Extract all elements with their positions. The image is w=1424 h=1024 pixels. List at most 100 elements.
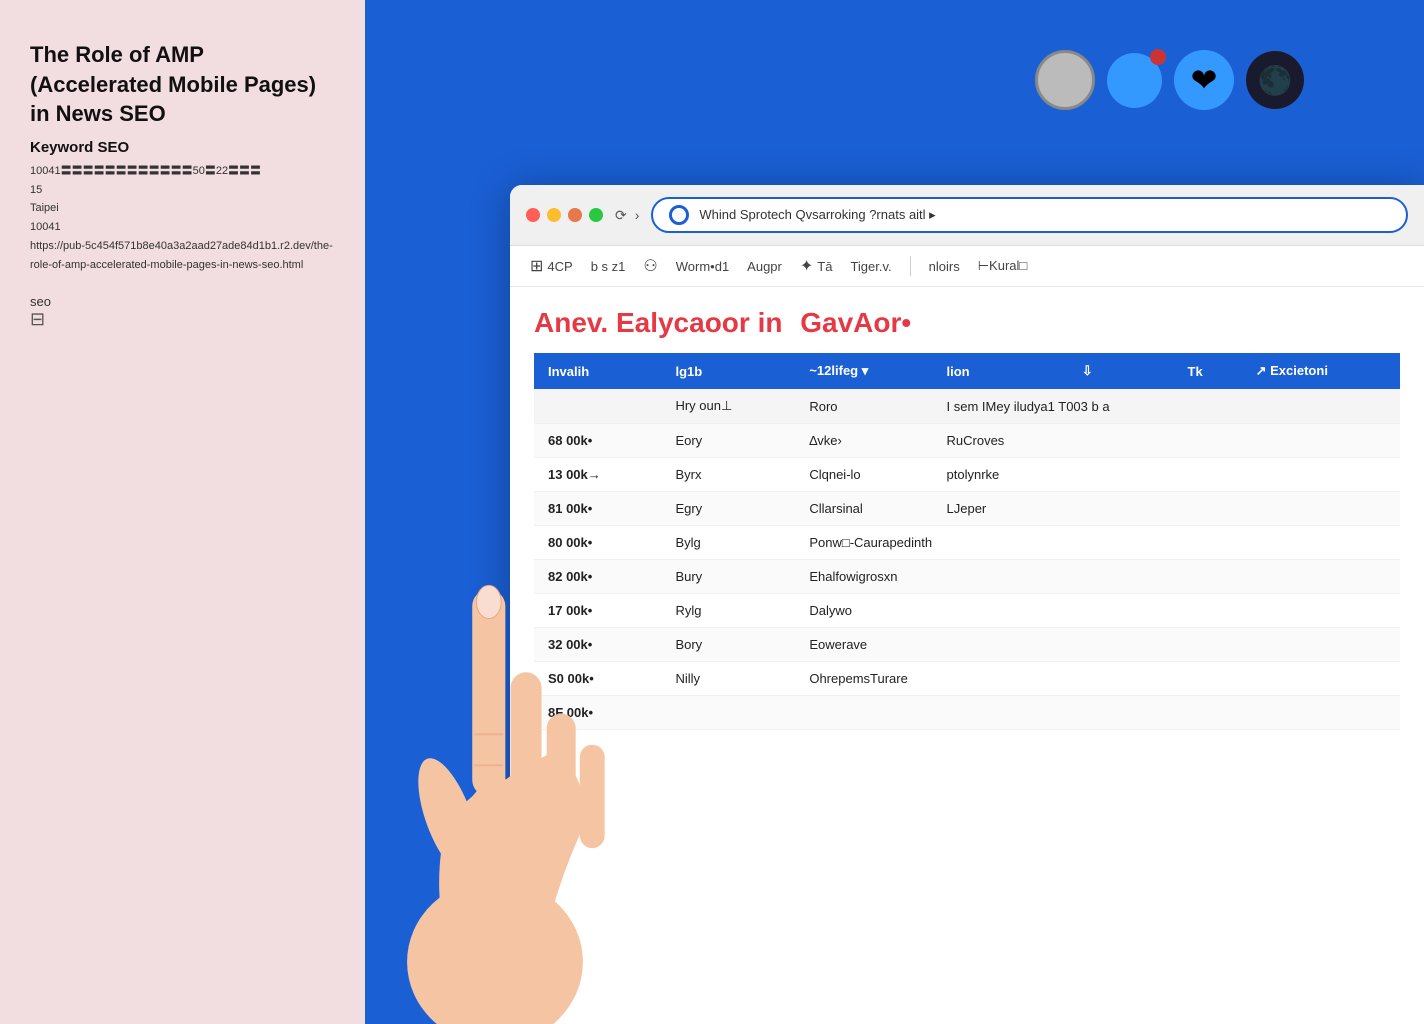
toolbar-item-1[interactable]: b s z1 [591, 259, 626, 274]
subh-hry: Hry oun⊥ [661, 389, 795, 424]
minimize-button[interactable] [547, 208, 561, 222]
th-12lifeg: ~12lifeg ▾ [795, 353, 932, 389]
page-title: Anev. Ealycaoor in GavAor• [534, 307, 1400, 339]
col3-5: Dalywo [795, 594, 1068, 628]
col4-1: ptolynrke [933, 458, 1068, 492]
address-text: Whind Sprotech Qvsarroking ?rnats aitl ▸ [699, 207, 935, 223]
toolbar-item-augpr[interactable]: Augpr [747, 259, 782, 274]
table-row: 8F 00k• [534, 696, 1400, 730]
subh-roro: Roro [795, 389, 932, 424]
toolbar-label-0: 4CP [547, 259, 572, 274]
col6-0 [1129, 424, 1173, 458]
col3-0: ∆vke› [795, 424, 932, 458]
toolbar-label-worn: Worm•d1 [676, 259, 729, 274]
col2-8 [661, 696, 795, 730]
col3-2: Cllarsinal [795, 492, 932, 526]
col4-2: LJeper [933, 492, 1068, 526]
browser-window: ⟳ › Whind Sprotech Qvsarroking ?rnats ai… [510, 185, 1424, 1024]
toolbar-label-augpr: Augpr [747, 259, 782, 274]
subh-0 [534, 389, 661, 424]
th-lgtb: lg1b [661, 353, 795, 389]
col2-7: Nilly [661, 662, 795, 696]
deco-circle-2 [1107, 53, 1162, 108]
toolbar-item-2[interactable]: ⚇ [643, 256, 657, 276]
vol-7: S0 00k• [534, 662, 661, 696]
col2-1: Byrx [661, 458, 795, 492]
col3-4: Ehalfowigrosxn [795, 560, 1068, 594]
toolbar-icon-ta: ✦ [800, 256, 813, 276]
keyword-label: Keyword SEO [30, 139, 335, 156]
vol-0: 68 00k• [534, 424, 661, 458]
table-row: S0 00k• Nilly OhrepemsTurare [534, 662, 1400, 696]
forward-icon[interactable]: › [635, 207, 640, 223]
toolbar-label-tiger: Tiger.v. [850, 259, 891, 274]
col2-2: Egry [661, 492, 795, 526]
th-excietoni: ↗ Excietoni [1242, 353, 1400, 389]
browser-chrome: ⟳ › Whind Sprotech Qvsarroking ?rnats ai… [510, 185, 1424, 246]
th-sort[interactable]: ⇩ [1068, 353, 1129, 389]
th-tk: Tk [1174, 353, 1242, 389]
left-panel: The Role of AMP (Accelerated Mobile Page… [0, 0, 365, 1024]
top-circles: ❤ 🌑 [1035, 50, 1304, 110]
vol-3: 80 00k• [534, 526, 661, 560]
nav-buttons: ⟳ › [615, 207, 639, 224]
col2-0: Eory [661, 424, 795, 458]
th-lion: lion [933, 353, 1068, 389]
browser-toolbar: ⊞ 4CP b s z1 ⚇ Worm•d1 Augpr ✦ Tā Tiger.… [510, 246, 1424, 287]
zoom-button[interactable] [568, 208, 582, 222]
right-panel: ❤ 🌑 ⟳ › Whind Sprotech Qvsarroking ?rnat… [365, 0, 1424, 1024]
col5-7 [1068, 662, 1400, 696]
col2-5: Rylg [661, 594, 795, 628]
toolbar-item-0[interactable]: ⊞ 4CP [530, 256, 573, 276]
meta-line-1: 10041〓〓〓〓〓〓〓〓〓〓〓〓50〓22〓〓〓 [30, 162, 335, 181]
meta-line-3: Taipei [30, 199, 335, 218]
col2-6: Bory [661, 628, 795, 662]
toolbar-label-ta: Tā [817, 259, 832, 274]
th-invalih: Invalih [534, 353, 661, 389]
toolbar-label-1: b s z1 [591, 259, 626, 274]
toolbar-separator [910, 256, 911, 276]
data-table: Invalih lg1b ~12lifeg ▾ lion ⇩ Tk ↗ Exci… [534, 353, 1400, 730]
col4-0: RuCroves [933, 424, 1068, 458]
table-row: 13 00k→ Byrx Clqnei-lo ptolynrke [534, 458, 1400, 492]
deco-circle-1 [1035, 50, 1095, 110]
page-title-main: Anev. Ealycaoor in [534, 307, 782, 338]
tag-seo: seo ⊟ [30, 294, 335, 330]
table-row: 68 00k• Eory ∆vke› RuCroves [534, 424, 1400, 458]
vol-8: 8F 00k• [534, 696, 661, 730]
col5-5 [1068, 594, 1400, 628]
deco-circle-3: ❤ [1174, 50, 1234, 110]
col5-1 [1068, 458, 1400, 492]
vol-1: 13 00k→ [534, 458, 661, 492]
col3-3: Ponw□-Caurapedinth [795, 526, 1068, 560]
meta-line-2: 15 [30, 181, 335, 200]
meta-url: https://pub-5c454f571b8e40a3a2aad27ade84… [30, 237, 335, 274]
col5-2 [1068, 492, 1400, 526]
col7-0 [1174, 424, 1242, 458]
close-button[interactable] [526, 208, 540, 222]
col2-3: Bylg [661, 526, 795, 560]
th-empty [1129, 353, 1173, 389]
col2-4: Bury [661, 560, 795, 594]
fullscreen-button[interactable] [589, 208, 603, 222]
vol-5: 17 00k• [534, 594, 661, 628]
toolbar-item-tiger[interactable]: Tiger.v. [850, 259, 891, 274]
browser-icon [669, 205, 689, 225]
vol-2: 81 00k• [534, 492, 661, 526]
page-title-highlight: GavAor• [800, 307, 911, 338]
address-bar[interactable]: Whind Sprotech Qvsarroking ?rnats aitl ▸ [651, 197, 1408, 233]
col4-8 [933, 696, 1068, 730]
meta-line-4: 10041 [30, 218, 335, 237]
refresh-icon[interactable]: ⟳ [615, 207, 627, 224]
vol-4: 82 00k• [534, 560, 661, 594]
toolbar-item-nloirs[interactable]: nloirs [929, 259, 960, 274]
subh-sem: I sem IMey iludya1 T003 b a [933, 389, 1400, 424]
toolbar-item-kural[interactable]: ⊢Kural□ [978, 258, 1028, 274]
col5-4 [1068, 560, 1400, 594]
toolbar-item-worn[interactable]: Worm•d1 [676, 259, 729, 274]
toolbar-icon-0: ⊞ [530, 256, 543, 276]
toolbar-label-nloirs: nloirs [929, 259, 960, 274]
browser-content: Anev. Ealycaoor in GavAor• Invalih lg1b … [510, 287, 1424, 750]
table-subheader: Hry oun⊥ Roro I sem IMey iludya1 T003 b … [534, 389, 1400, 424]
toolbar-item-ta[interactable]: ✦ Tā [800, 256, 833, 276]
